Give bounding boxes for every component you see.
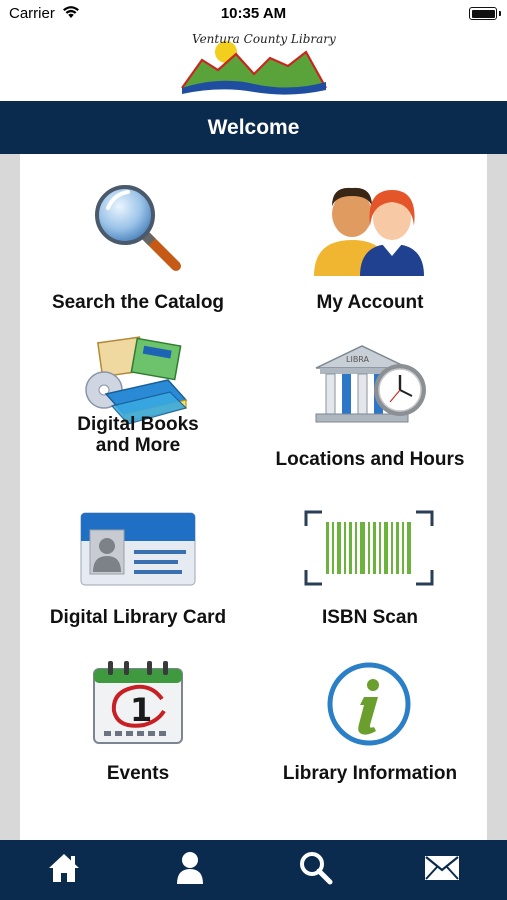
digital-books-button[interactable]: Digital Books and More — [22, 334, 254, 484]
events-label: Events — [106, 763, 170, 784]
content-frame: Search the Catalog My Account Digital Bo… — [0, 154, 507, 840]
account-icon — [176, 851, 204, 890]
calendar-icon: 1 — [92, 659, 184, 750]
library-information-label: Library Information — [282, 763, 458, 784]
digital-library-card-label: Digital Library Card — [49, 607, 227, 628]
magnifier-icon — [90, 180, 186, 281]
library-clock-icon: LIBRA — [312, 338, 430, 435]
battery-icon — [469, 7, 497, 20]
tab-account[interactable] — [127, 840, 253, 900]
my-account-label: My Account — [316, 292, 424, 313]
digital-library-card-button[interactable]: Digital Library Card — [22, 504, 254, 634]
mail-icon — [424, 855, 460, 886]
library-logo: Ventura County Library — [180, 30, 336, 98]
search-catalog-button[interactable]: Search the Catalog — [22, 180, 254, 320]
locations-hours-button[interactable]: LIBRA Locations and Hours — [254, 334, 486, 484]
locations-hours-label: Locations and Hours — [275, 449, 465, 470]
page-title: Welcome — [207, 115, 300, 139]
isbn-scan-button[interactable]: ISBN Scan — [254, 504, 486, 634]
isbn-scan-label: ISBN Scan — [321, 607, 419, 628]
info-icon — [326, 661, 412, 752]
status-time: 10:35 AM — [220, 5, 287, 22]
svg-text:LIBRA: LIBRA — [346, 355, 370, 364]
tab-home[interactable] — [1, 840, 127, 900]
header-bar: Welcome — [0, 101, 507, 154]
tab-search[interactable] — [253, 840, 379, 900]
library-information-button[interactable]: Library Information — [254, 657, 486, 792]
barcode-icon — [304, 510, 434, 591]
search-catalog-label: Search the Catalog — [51, 292, 225, 313]
menu-panel: Search the Catalog My Account Digital Bo… — [20, 154, 487, 840]
battery-tip — [499, 11, 501, 16]
people-icon — [310, 184, 428, 281]
my-account-button[interactable]: My Account — [254, 180, 486, 320]
id-card-icon — [80, 512, 196, 591]
digital-books-label-line2: and More — [95, 435, 181, 456]
tab-mail[interactable] — [379, 840, 505, 900]
tab-bar — [0, 840, 507, 900]
status-bar: Carrier 10:35 AM — [0, 0, 507, 28]
digital-books-label-line1: Digital Books — [77, 414, 199, 435]
logo-text: Ventura County Library — [192, 32, 336, 46]
home-icon — [47, 852, 81, 889]
search-icon — [299, 851, 333, 890]
svg-text:1: 1 — [130, 691, 152, 729]
events-button[interactable]: 1 Events — [22, 657, 254, 792]
